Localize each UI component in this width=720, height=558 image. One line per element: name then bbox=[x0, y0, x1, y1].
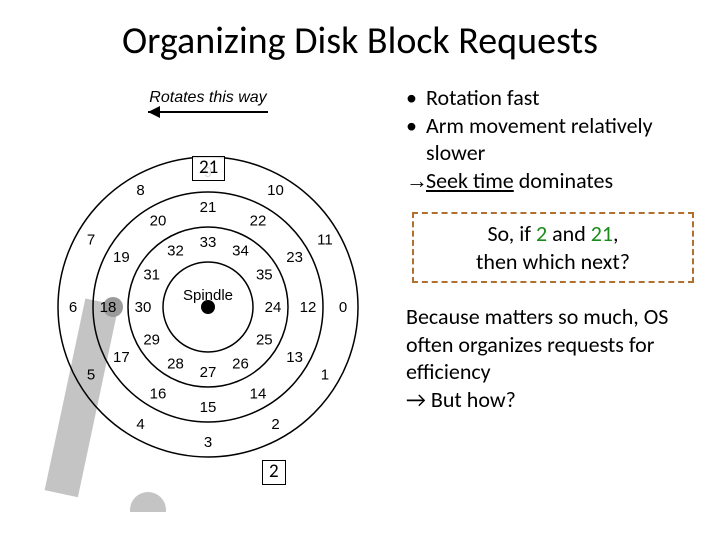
slide-title: Organizing Disk Block Requests bbox=[0, 18, 720, 64]
sector-number: 5 bbox=[87, 367, 95, 384]
sector-number: 28 bbox=[167, 355, 184, 372]
sector-number: 1 bbox=[321, 367, 329, 384]
text-column: • Rotation fast • Arm movement relativel… bbox=[400, 82, 700, 512]
sector-number: 17 bbox=[113, 349, 130, 366]
sector-number: 10 bbox=[267, 182, 284, 199]
rotation-arrow: Rotates this way bbox=[148, 89, 268, 118]
sector-number: 35 bbox=[256, 267, 273, 284]
sector-number: 25 bbox=[256, 332, 273, 349]
disk-svg: Spindle Rotates this way 678910110123451… bbox=[0, 82, 400, 512]
sector-number: 20 bbox=[150, 212, 167, 229]
highlight-2: 2 bbox=[262, 460, 286, 485]
arrow-line: → Seek time dominates bbox=[406, 167, 700, 195]
bullet-dot-icon: • bbox=[406, 84, 426, 112]
sector-number: 34 bbox=[232, 243, 249, 260]
sector-number: 12 bbox=[300, 299, 317, 316]
sector-number: 3 bbox=[204, 434, 212, 451]
sector-number: 19 bbox=[113, 249, 130, 266]
bullet-2-text: Arm movement relatively slower bbox=[426, 112, 700, 167]
arrow-icon: → bbox=[406, 386, 426, 413]
sector-number: 23 bbox=[286, 249, 303, 266]
sector-number: 16 bbox=[150, 386, 167, 403]
sector-number: 18 bbox=[100, 299, 117, 316]
sector-number: 30 bbox=[135, 299, 152, 316]
bullet-2: • Arm movement relatively slower bbox=[406, 112, 700, 167]
sector-number: 0 bbox=[339, 299, 347, 316]
arrow-text: Seek time dominates bbox=[426, 167, 613, 195]
arrow-icon: → bbox=[406, 167, 426, 195]
sector-number: 8 bbox=[136, 182, 144, 199]
question-line-2: then which next? bbox=[422, 248, 684, 276]
sector-number: 2 bbox=[271, 416, 279, 433]
question-box: So, if 2 and 21, then which next? bbox=[412, 212, 694, 283]
sector-number: 13 bbox=[286, 349, 303, 366]
because-text: Because matters so much, OS often organi… bbox=[406, 303, 700, 386]
because-arrow-line: → But how? bbox=[406, 386, 700, 414]
sector-number: 6 bbox=[69, 299, 77, 316]
bullet-1-text: Rotation fast bbox=[426, 84, 539, 112]
sector-number: 21 bbox=[200, 199, 217, 216]
bullet-1: • Rotation fast bbox=[406, 84, 700, 112]
sector-number: 24 bbox=[265, 299, 282, 316]
sector-number: 26 bbox=[232, 355, 249, 372]
sector-number: 4 bbox=[136, 416, 144, 433]
highlight-21: 21 bbox=[192, 156, 225, 181]
sector-number: 7 bbox=[87, 232, 95, 249]
sector-number: 15 bbox=[200, 399, 217, 416]
because-paragraph: Because matters so much, OS often organi… bbox=[406, 303, 700, 413]
sector-number: 33 bbox=[200, 234, 217, 251]
sector-number: 29 bbox=[143, 332, 160, 349]
spindle-label: Spindle bbox=[183, 287, 233, 304]
content-area: Spindle Rotates this way 678910110123451… bbox=[0, 82, 720, 512]
sector-number: 31 bbox=[143, 267, 160, 284]
sector-number: 11 bbox=[317, 232, 333, 249]
svg-text:Rotates this way: Rotates this way bbox=[149, 89, 267, 106]
sector-number: 22 bbox=[250, 212, 267, 229]
sector-number: 32 bbox=[167, 243, 184, 260]
sector-number: 14 bbox=[250, 386, 267, 403]
bullet-list: • Rotation fast • Arm movement relativel… bbox=[406, 84, 700, 194]
bullet-dot-icon: • bbox=[406, 112, 426, 167]
sector-number: 27 bbox=[200, 364, 217, 381]
disk-diagram: Spindle Rotates this way 678910110123451… bbox=[0, 82, 400, 512]
question-line-1: So, if 2 and 21, bbox=[422, 220, 684, 248]
